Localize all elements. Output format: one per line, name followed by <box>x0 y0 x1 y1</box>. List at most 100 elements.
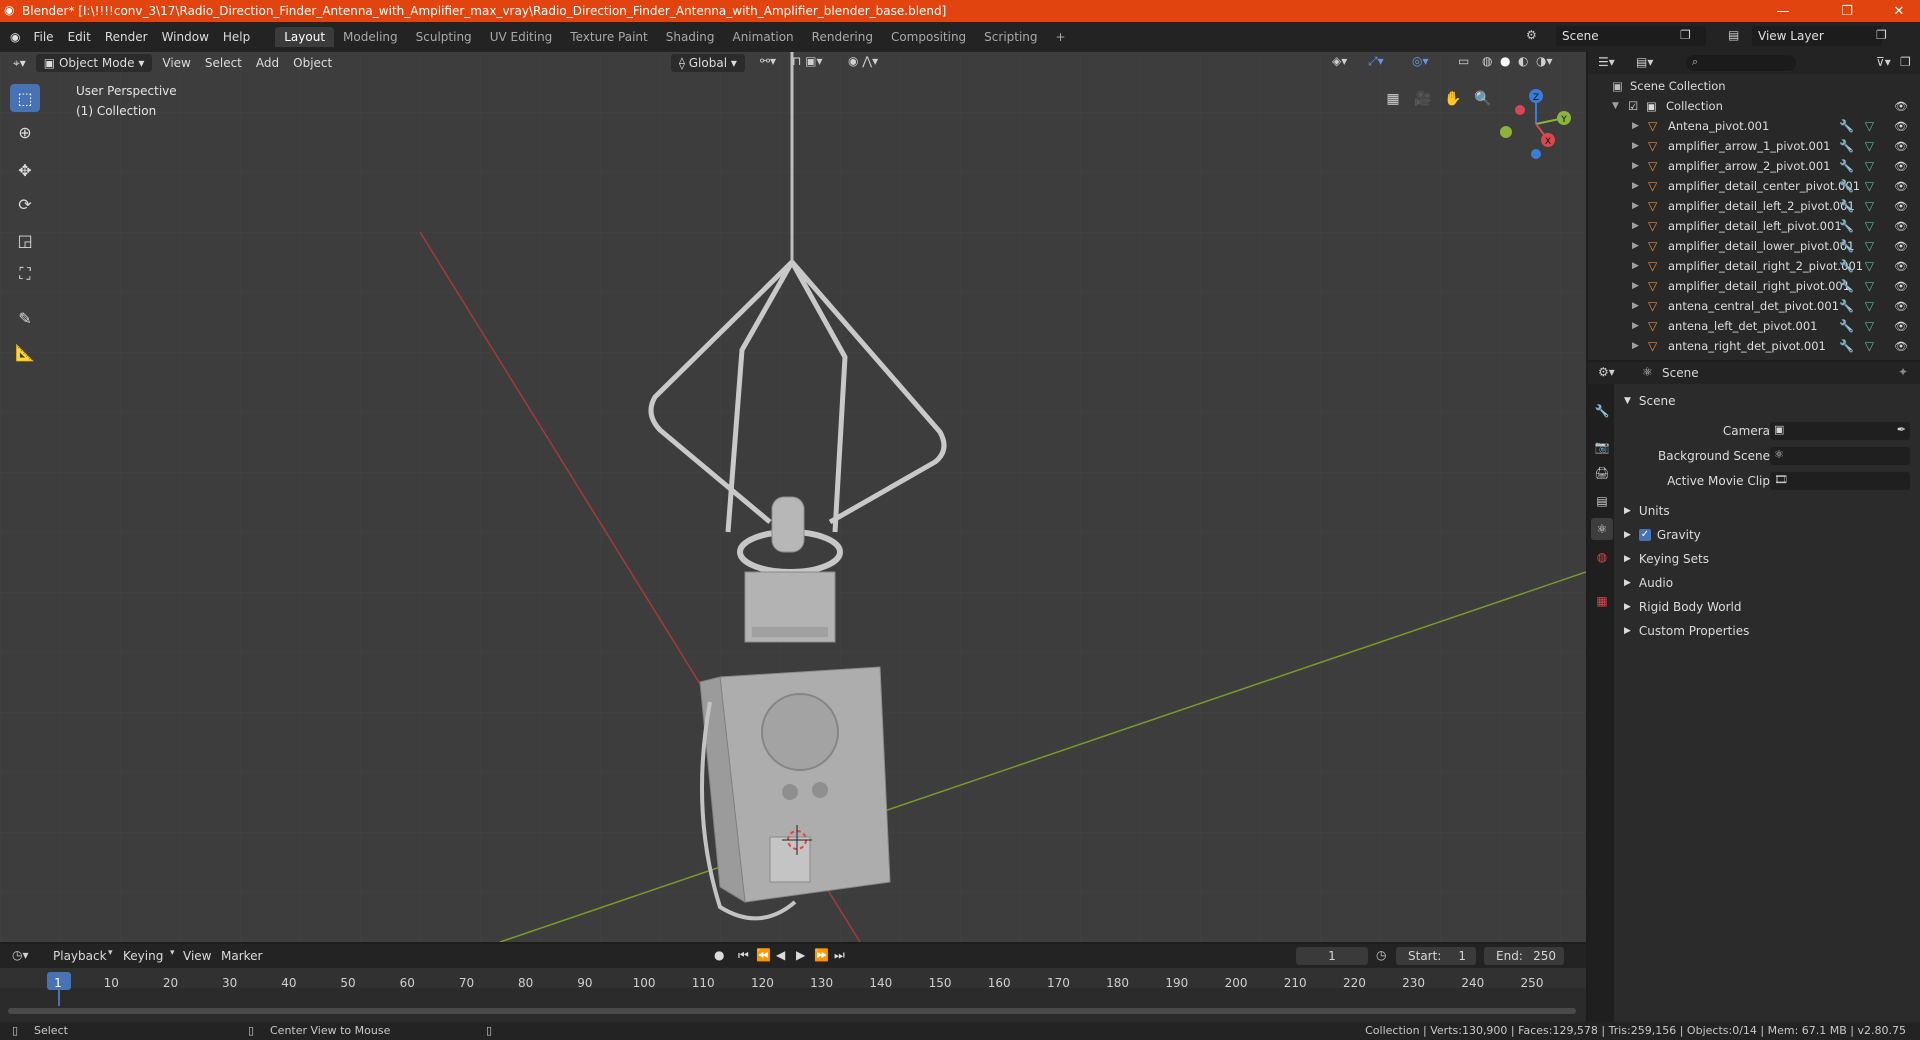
menu-help[interactable]: Help <box>216 30 257 44</box>
next-keyframe-icon[interactable]: ⏩ <box>814 948 829 962</box>
shading-wireframe-icon[interactable]: ◍ <box>1482 54 1492 68</box>
editor-type-icon[interactable]: ⌖▾ <box>6 56 33 71</box>
view-layer-icon[interactable]: ▤ <box>1728 28 1739 42</box>
visibility-eye-icon[interactable]: 👁 <box>1894 320 1908 333</box>
shading-rendered-icon[interactable]: ◑▾ <box>1536 54 1553 68</box>
modifier-wrench-icon[interactable]: 🔧 <box>1839 339 1854 353</box>
properties-section[interactable]: ▶ Keying Sets <box>1620 548 1920 570</box>
expand-icon[interactable]: ▶ <box>1632 121 1639 131</box>
tab-scripting[interactable]: Scripting <box>975 27 1046 47</box>
play-reverse-icon[interactable]: ◀ <box>776 948 785 962</box>
modifier-wrench-icon[interactable]: 🔧 <box>1839 139 1854 153</box>
timeline-menu-view[interactable]: View <box>176 949 218 963</box>
expand-icon[interactable]: ▶ <box>1632 301 1639 311</box>
start-frame-field[interactable]: Start: 1 <box>1396 947 1476 965</box>
shading-material-icon[interactable]: ◐ <box>1518 54 1528 68</box>
tab-rendering[interactable]: Rendering <box>803 27 882 47</box>
visibility-eye-icon[interactable]: 👁 <box>1894 340 1908 353</box>
menu-render[interactable]: Render <box>98 30 155 44</box>
modifier-wrench-icon[interactable]: 🔧 <box>1839 159 1854 173</box>
add-workspace-button[interactable]: + <box>1047 27 1075 47</box>
modifier-wrench-icon[interactable]: 🔧 <box>1839 119 1854 133</box>
move-tool[interactable]: ✥ <box>10 156 40 184</box>
background-scene-field[interactable]: ⚛ <box>1770 447 1910 465</box>
pivot-point-icon[interactable]: ⚯▾ <box>760 54 776 68</box>
world-properties-tab[interactable]: ◍ <box>1591 546 1613 568</box>
mesh-data-icon[interactable]: ▽ <box>1865 179 1874 193</box>
mesh-data-icon[interactable]: ▽ <box>1865 339 1874 353</box>
visibility-eye-icon[interactable]: 👁 <box>1894 240 1908 253</box>
visibility-eye-icon[interactable]: 👁 <box>1894 160 1908 173</box>
select-box-tool[interactable]: ⬚ <box>10 84 40 112</box>
toggle-grid-icon[interactable]: ▦ <box>1380 86 1406 112</box>
snap-icon[interactable]: ⊓ ▣▾ <box>792 54 823 68</box>
navigation-gizmo[interactable]: Z Y X <box>1496 84 1576 164</box>
timeline-menu-marker[interactable]: Marker <box>214 949 269 963</box>
expand-icon[interactable]: ▶ <box>1632 161 1639 171</box>
xray-icon[interactable]: ▭ <box>1458 54 1469 68</box>
end-frame-field[interactable]: End: 250 <box>1484 947 1564 965</box>
properties-section[interactable]: ▶ Rigid Body World <box>1620 596 1920 618</box>
transform-tool[interactable]: ⛶ <box>10 260 40 288</box>
menu-window[interactable]: Window <box>155 30 216 44</box>
jump-end-icon[interactable]: ⏭ <box>834 948 845 963</box>
viewport-menu-add[interactable]: Add <box>249 56 286 70</box>
clock-icon[interactable]: ◷ <box>1376 948 1386 962</box>
properties-section[interactable]: ▶ Units <box>1620 500 1920 522</box>
outliner-item[interactable]: ▶ ▽ amplifier_detail_right_2_pivot.001 🔧 ▽ 👁 <box>1588 256 1920 276</box>
menu-edit[interactable]: Edit <box>61 30 98 44</box>
collapse-icon[interactable]: ▼ <box>1612 101 1619 111</box>
visibility-eye-icon[interactable]: 👁 <box>1894 200 1908 213</box>
mesh-data-icon[interactable]: ▽ <box>1865 299 1874 313</box>
outliner-item[interactable]: ▶ ▽ amplifier_detail_left_2_pivot.001 🔧 ▽ 👁 <box>1588 196 1920 216</box>
expand-icon[interactable]: ▶ <box>1632 281 1639 291</box>
visibility-eye-icon[interactable]: 👁 <box>1894 180 1908 193</box>
tab-modeling[interactable]: Modeling <box>334 27 407 47</box>
mesh-data-icon[interactable]: ▽ <box>1865 219 1874 233</box>
tab-sculpting[interactable]: Sculpting <box>407 27 481 47</box>
outliner-item[interactable]: ▶ ▽ antena_right_det_pivot.001 🔧 ▽ 👁 <box>1588 336 1920 356</box>
mesh-data-icon[interactable]: ▽ <box>1865 319 1874 333</box>
scene-panel-header[interactable]: ▼ Scene <box>1620 390 1920 412</box>
output-properties-tab[interactable]: 🖨 <box>1591 462 1613 484</box>
properties-section[interactable]: ▶ Custom Properties <box>1620 620 1920 642</box>
3d-viewport[interactable] <box>0 52 1586 942</box>
gravity-checkbox[interactable]: ✓ <box>1638 529 1651 541</box>
timeline-scrollbar[interactable] <box>8 1008 1576 1014</box>
camera-field[interactable]: ▣ ✒ <box>1770 422 1910 440</box>
jump-start-icon[interactable]: ⏮ <box>738 948 749 963</box>
modifier-wrench-icon[interactable]: 🔧 <box>1839 199 1854 213</box>
visibility-eye-icon[interactable]: 👁 <box>1894 100 1908 113</box>
visibility-eye-icon[interactable]: 👁 <box>1894 300 1908 313</box>
zoom-icon[interactable]: 🔍 <box>1470 86 1496 112</box>
tool-properties-tab[interactable]: 🔧 <box>1591 400 1613 422</box>
modifier-wrench-icon[interactable]: 🔧 <box>1839 239 1854 253</box>
properties-section[interactable]: ▶ Audio <box>1620 572 1920 594</box>
outliner-item[interactable]: ▶ ▽ amplifier_detail_lower_pivot.001 🔧 ▽ 👁 <box>1588 236 1920 256</box>
shading-solid-icon[interactable]: ● <box>1500 54 1510 68</box>
view-layer-field[interactable]: View Layer <box>1752 26 1882 46</box>
viewport-menu-object[interactable]: Object <box>286 56 339 70</box>
mesh-data-icon[interactable]: ▽ <box>1865 199 1874 213</box>
visibility-icon[interactable]: ◈▾ <box>1332 54 1347 68</box>
new-collection-icon[interactable]: ❐ <box>1900 55 1911 69</box>
overlay-toggle-icon[interactable]: ◎▾ <box>1412 54 1429 68</box>
active-movie-clip-field[interactable]: 🎞 <box>1770 472 1910 490</box>
expand-icon[interactable]: ▶ <box>1632 241 1639 251</box>
timeline-menu-playback[interactable]: Playback <box>46 949 114 963</box>
properties-section[interactable]: ▶ ✓ Gravity <box>1620 524 1920 546</box>
modifier-wrench-icon[interactable]: 🔧 <box>1839 179 1854 193</box>
expand-icon[interactable]: ▶ <box>1632 181 1639 191</box>
timeline-editor-icon[interactable]: ◷▾ <box>12 948 29 962</box>
record-button[interactable]: ● <box>714 948 724 962</box>
render-properties-tab[interactable]: 📷 <box>1591 436 1613 458</box>
transform-orientation-dropdown[interactable]: ⟠ Global ▾ <box>671 54 745 72</box>
rotate-tool[interactable]: ⟳ <box>10 190 40 218</box>
scene-properties-tab[interactable]: ⚛ <box>1591 518 1613 540</box>
tab-compositing[interactable]: Compositing <box>882 27 975 47</box>
expand-icon[interactable]: ▶ <box>1632 261 1639 271</box>
view-layer-properties-tab[interactable]: ▤ <box>1591 490 1613 512</box>
maximize-button[interactable]: ❐ <box>1824 0 1870 22</box>
outliner-scene-collection[interactable]: ▣ Scene Collection <box>1588 76 1920 96</box>
outliner-item[interactable]: ▶ ▽ amplifier_arrow_1_pivot.001 🔧 ▽ 👁 <box>1588 136 1920 156</box>
